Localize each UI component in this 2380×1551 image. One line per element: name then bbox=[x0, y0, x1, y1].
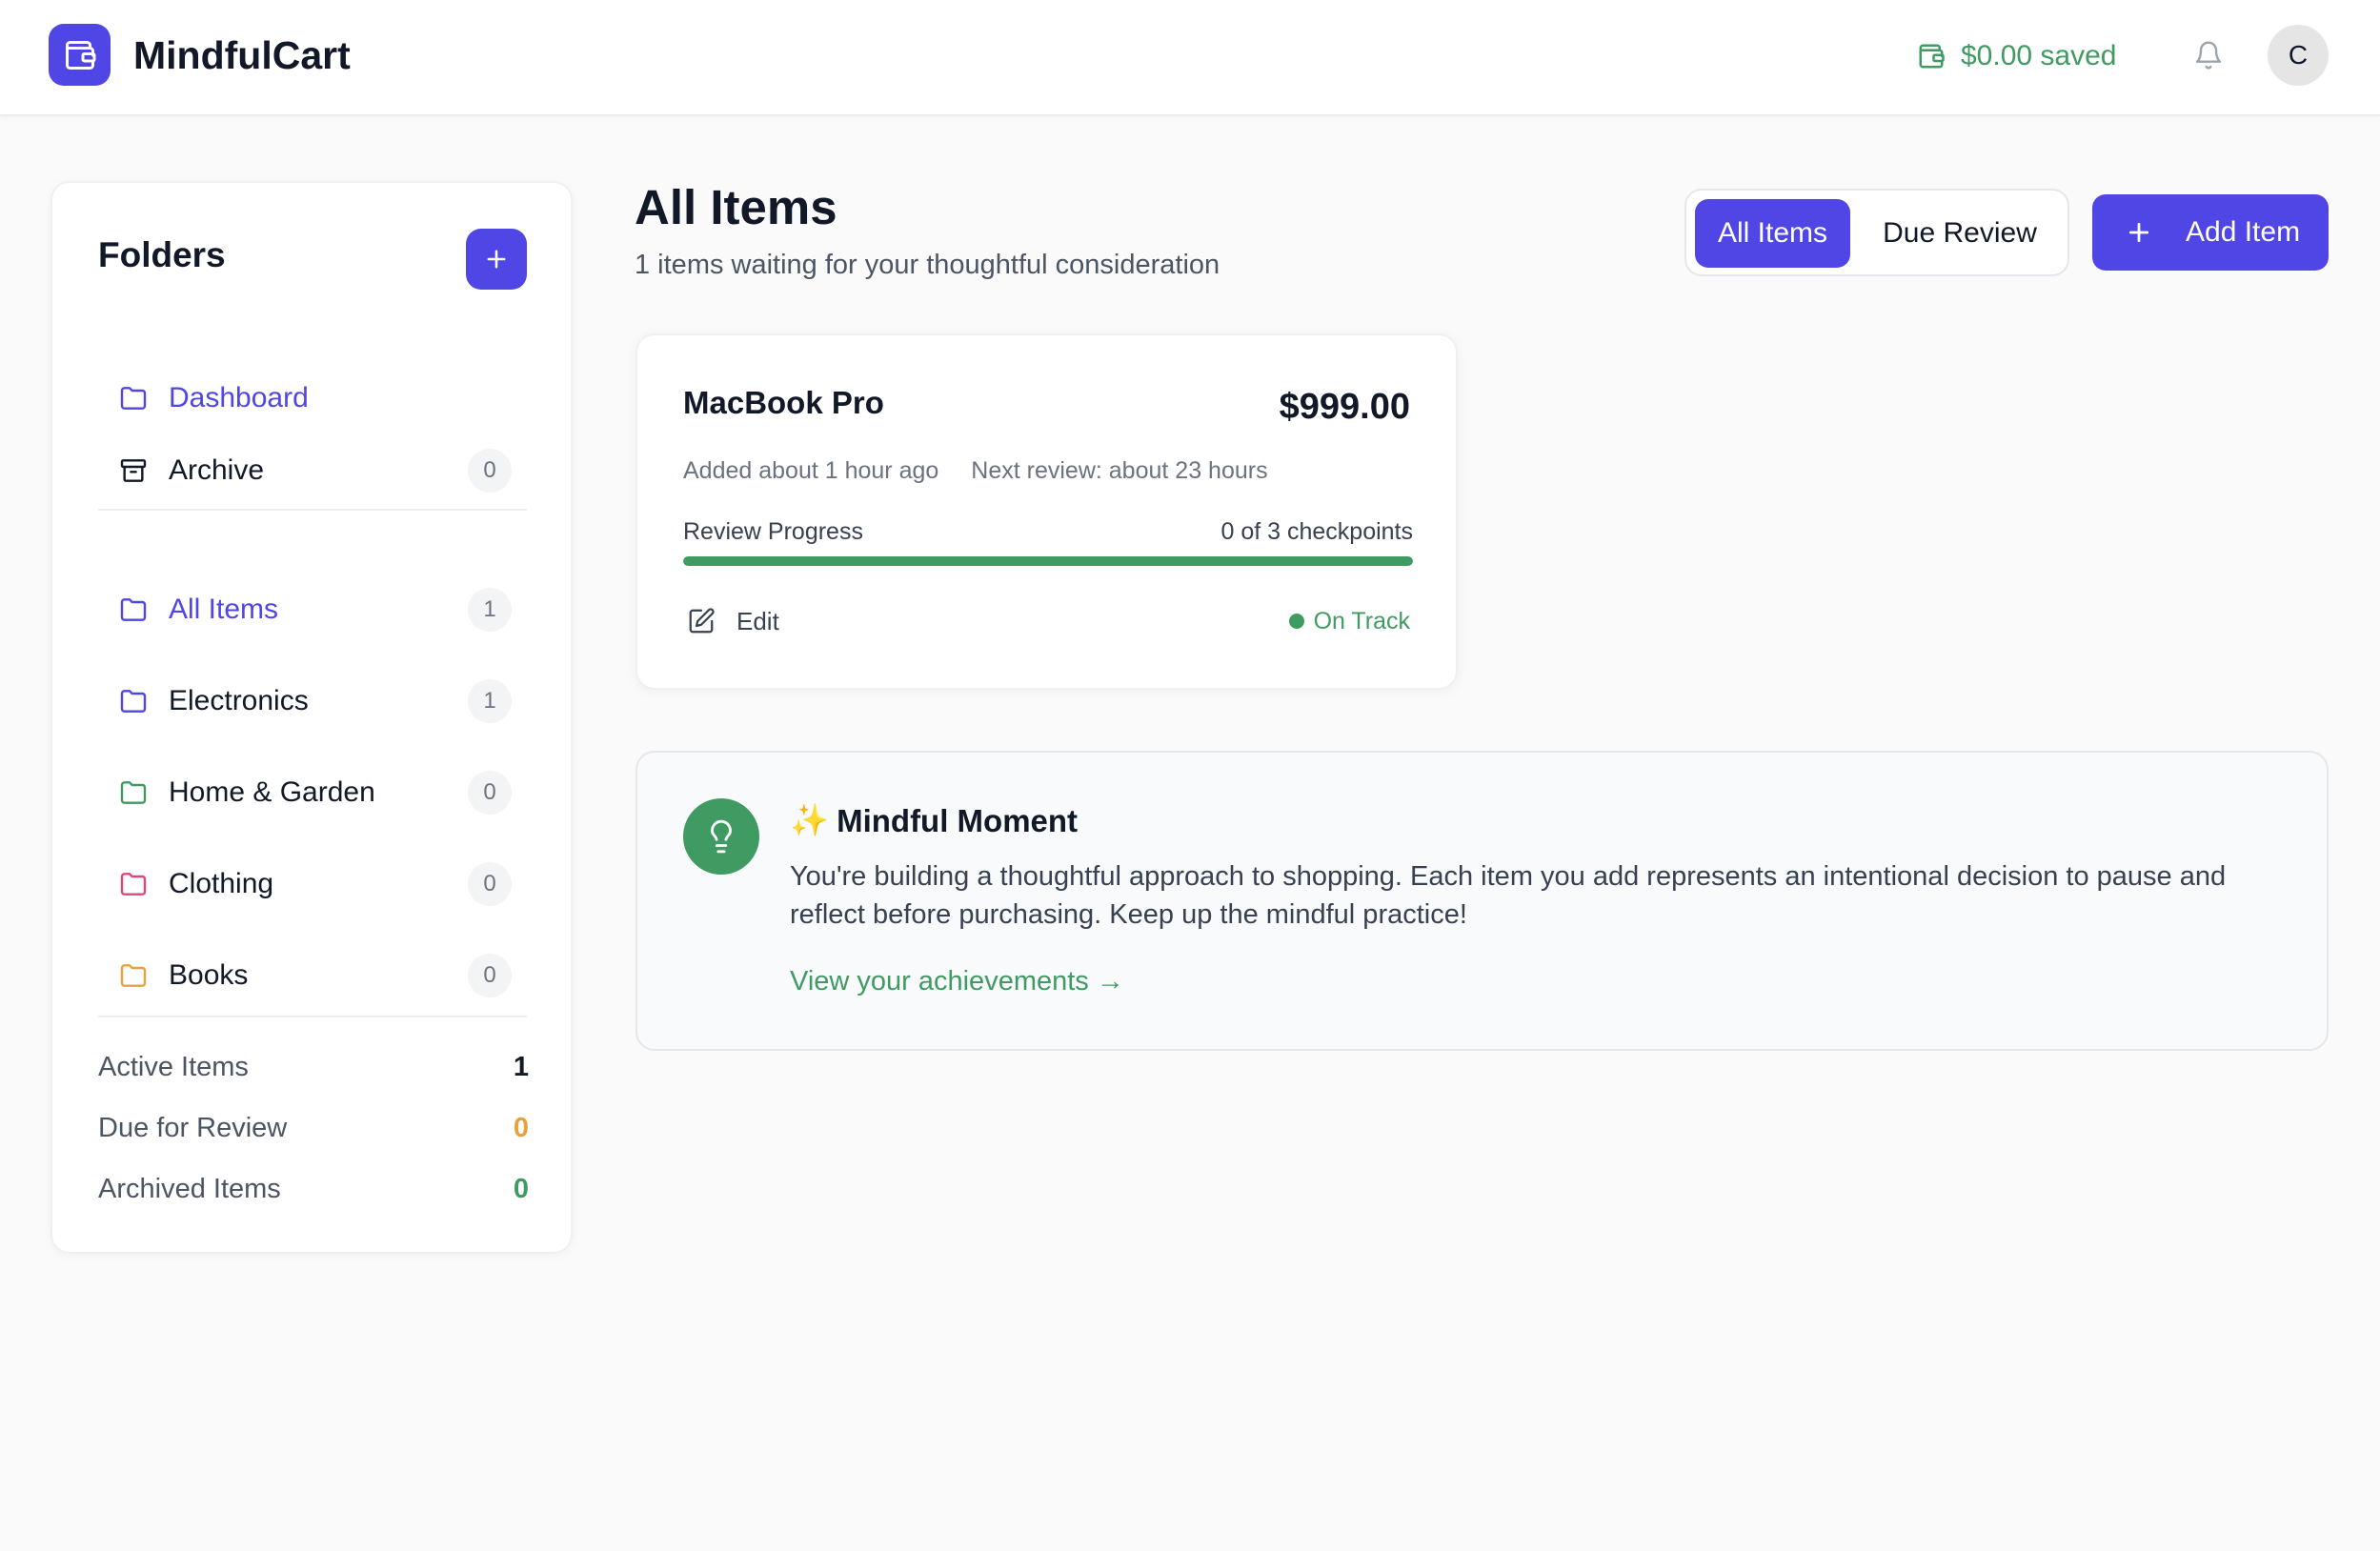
item-added-time: Added about 1 hour ago bbox=[683, 457, 939, 484]
folder-icon bbox=[115, 683, 151, 719]
stat-value: 0 bbox=[513, 1173, 529, 1204]
add-item-label: Add Item bbox=[2186, 216, 2301, 248]
sidebar-item-label: All Items bbox=[169, 594, 279, 625]
archive-icon bbox=[115, 453, 151, 489]
savings-indicator[interactable]: $0.00 saved bbox=[1917, 35, 2116, 77]
moment-title-text: Mindful Moment bbox=[837, 802, 1079, 838]
stat-label: Archived Items bbox=[98, 1173, 281, 1204]
folders-sidebar: Folders Dashboard Archive 0 All Items 1 … bbox=[50, 181, 573, 1254]
stat-value: 0 bbox=[513, 1112, 529, 1143]
progress-text: 0 of 3 checkpoints bbox=[1220, 518, 1413, 545]
sidebar-item-home-garden[interactable]: Home & Garden 0 bbox=[98, 762, 527, 823]
edit-label: Edit bbox=[736, 606, 779, 635]
count-badge: 0 bbox=[468, 449, 512, 493]
page-title: All Items bbox=[635, 180, 837, 234]
moment-message: You're building a thoughtful approach to… bbox=[790, 861, 2227, 930]
review-progress-row: Review Progress 0 of 3 checkpoints bbox=[683, 518, 1413, 546]
folder-icon bbox=[115, 380, 151, 416]
sidebar-item-all-items[interactable]: All Items 1 bbox=[98, 579, 527, 640]
folder-icon bbox=[115, 775, 151, 811]
stat-value: 1 bbox=[513, 1051, 529, 1082]
folder-icon bbox=[115, 957, 151, 994]
stat-active-items: Active Items 1 bbox=[98, 1046, 529, 1088]
stat-label: Active Items bbox=[98, 1051, 249, 1082]
item-meta: Added about 1 hour ago Next review: abou… bbox=[683, 457, 1268, 485]
folder-icon bbox=[115, 592, 151, 628]
progress-fill bbox=[683, 556, 1413, 566]
bell-icon[interactable] bbox=[2189, 36, 2228, 74]
sidebar-item-label: Electronics bbox=[169, 685, 309, 716]
wallet-logo-icon[interactable] bbox=[49, 24, 111, 86]
edit-icon bbox=[689, 608, 715, 634]
sidebar-item-label: Archive bbox=[169, 454, 265, 486]
sidebar-item-clothing[interactable]: Clothing 0 bbox=[98, 854, 527, 915]
sidebar-item-label: Books bbox=[169, 959, 249, 991]
item-name: MacBook Pro bbox=[683, 385, 884, 420]
sidebar-item-archive[interactable]: Archive 0 bbox=[98, 440, 527, 501]
wallet-icon bbox=[1919, 44, 1945, 69]
divider bbox=[98, 1016, 527, 1017]
view-achievements-link[interactable]: View your achievements → bbox=[790, 966, 1124, 997]
edit-button[interactable]: Edit bbox=[687, 602, 779, 640]
tab-due-review[interactable]: Due Review bbox=[1858, 199, 2062, 268]
plus-icon bbox=[487, 250, 506, 269]
lightbulb-icon bbox=[683, 798, 759, 875]
progress-label: Review Progress bbox=[683, 518, 863, 545]
sidebar-item-electronics[interactable]: Electronics 1 bbox=[98, 671, 527, 732]
plus-icon bbox=[2128, 222, 2149, 243]
moment-title: ✨ Mindful Moment bbox=[790, 802, 1078, 839]
stat-due-review: Due for Review 0 bbox=[98, 1107, 529, 1149]
view-toggle: All Items Due Review bbox=[1684, 189, 2069, 276]
add-folder-button[interactable] bbox=[466, 229, 527, 290]
avatar[interactable]: C bbox=[2268, 25, 2329, 86]
sidebar-item-dashboard[interactable]: Dashboard bbox=[98, 368, 527, 429]
status-text: On Track bbox=[1313, 607, 1410, 634]
app-title[interactable]: MindfulCart bbox=[133, 29, 351, 82]
sidebar-item-label: Home & Garden bbox=[169, 776, 375, 808]
folder-icon bbox=[115, 866, 151, 902]
status-badge: On Track bbox=[1288, 604, 1410, 638]
item-price: $999.00 bbox=[1279, 387, 1410, 427]
sidebar-item-books[interactable]: Books 0 bbox=[98, 945, 527, 1006]
status-dot bbox=[1288, 614, 1304, 629]
tab-all-items[interactable]: All Items bbox=[1695, 199, 1850, 268]
mindful-moment-panel: ✨ Mindful Moment You're building a thoug… bbox=[635, 751, 2329, 1051]
stat-label: Due for Review bbox=[98, 1112, 288, 1143]
saved-amount: $0.00 saved bbox=[1961, 40, 2117, 71]
sidebar-item-label: Dashboard bbox=[169, 382, 309, 413]
count-badge: 0 bbox=[468, 771, 512, 815]
sparkles-icon: ✨ bbox=[790, 802, 830, 837]
item-next-review: Next review: about 23 hours bbox=[971, 457, 1268, 484]
sidebar-item-label: Clothing bbox=[169, 868, 274, 899]
top-header: MindfulCart $0.00 saved C bbox=[0, 0, 2380, 116]
count-badge: 0 bbox=[468, 954, 512, 997]
count-badge: 1 bbox=[468, 679, 512, 723]
add-item-button[interactable]: Add Item bbox=[2092, 194, 2329, 271]
folders-title: Folders bbox=[98, 235, 226, 274]
divider bbox=[98, 509, 527, 511]
count-badge: 1 bbox=[468, 588, 512, 632]
page-subtitle: 1 items waiting for your thoughtful cons… bbox=[635, 250, 1220, 280]
progress-bar bbox=[683, 556, 1413, 566]
item-card[interactable]: MacBook Pro $999.00 Added about 1 hour a… bbox=[635, 333, 1458, 690]
stat-archived-items: Archived Items 0 bbox=[98, 1168, 529, 1210]
count-badge: 0 bbox=[468, 862, 512, 906]
